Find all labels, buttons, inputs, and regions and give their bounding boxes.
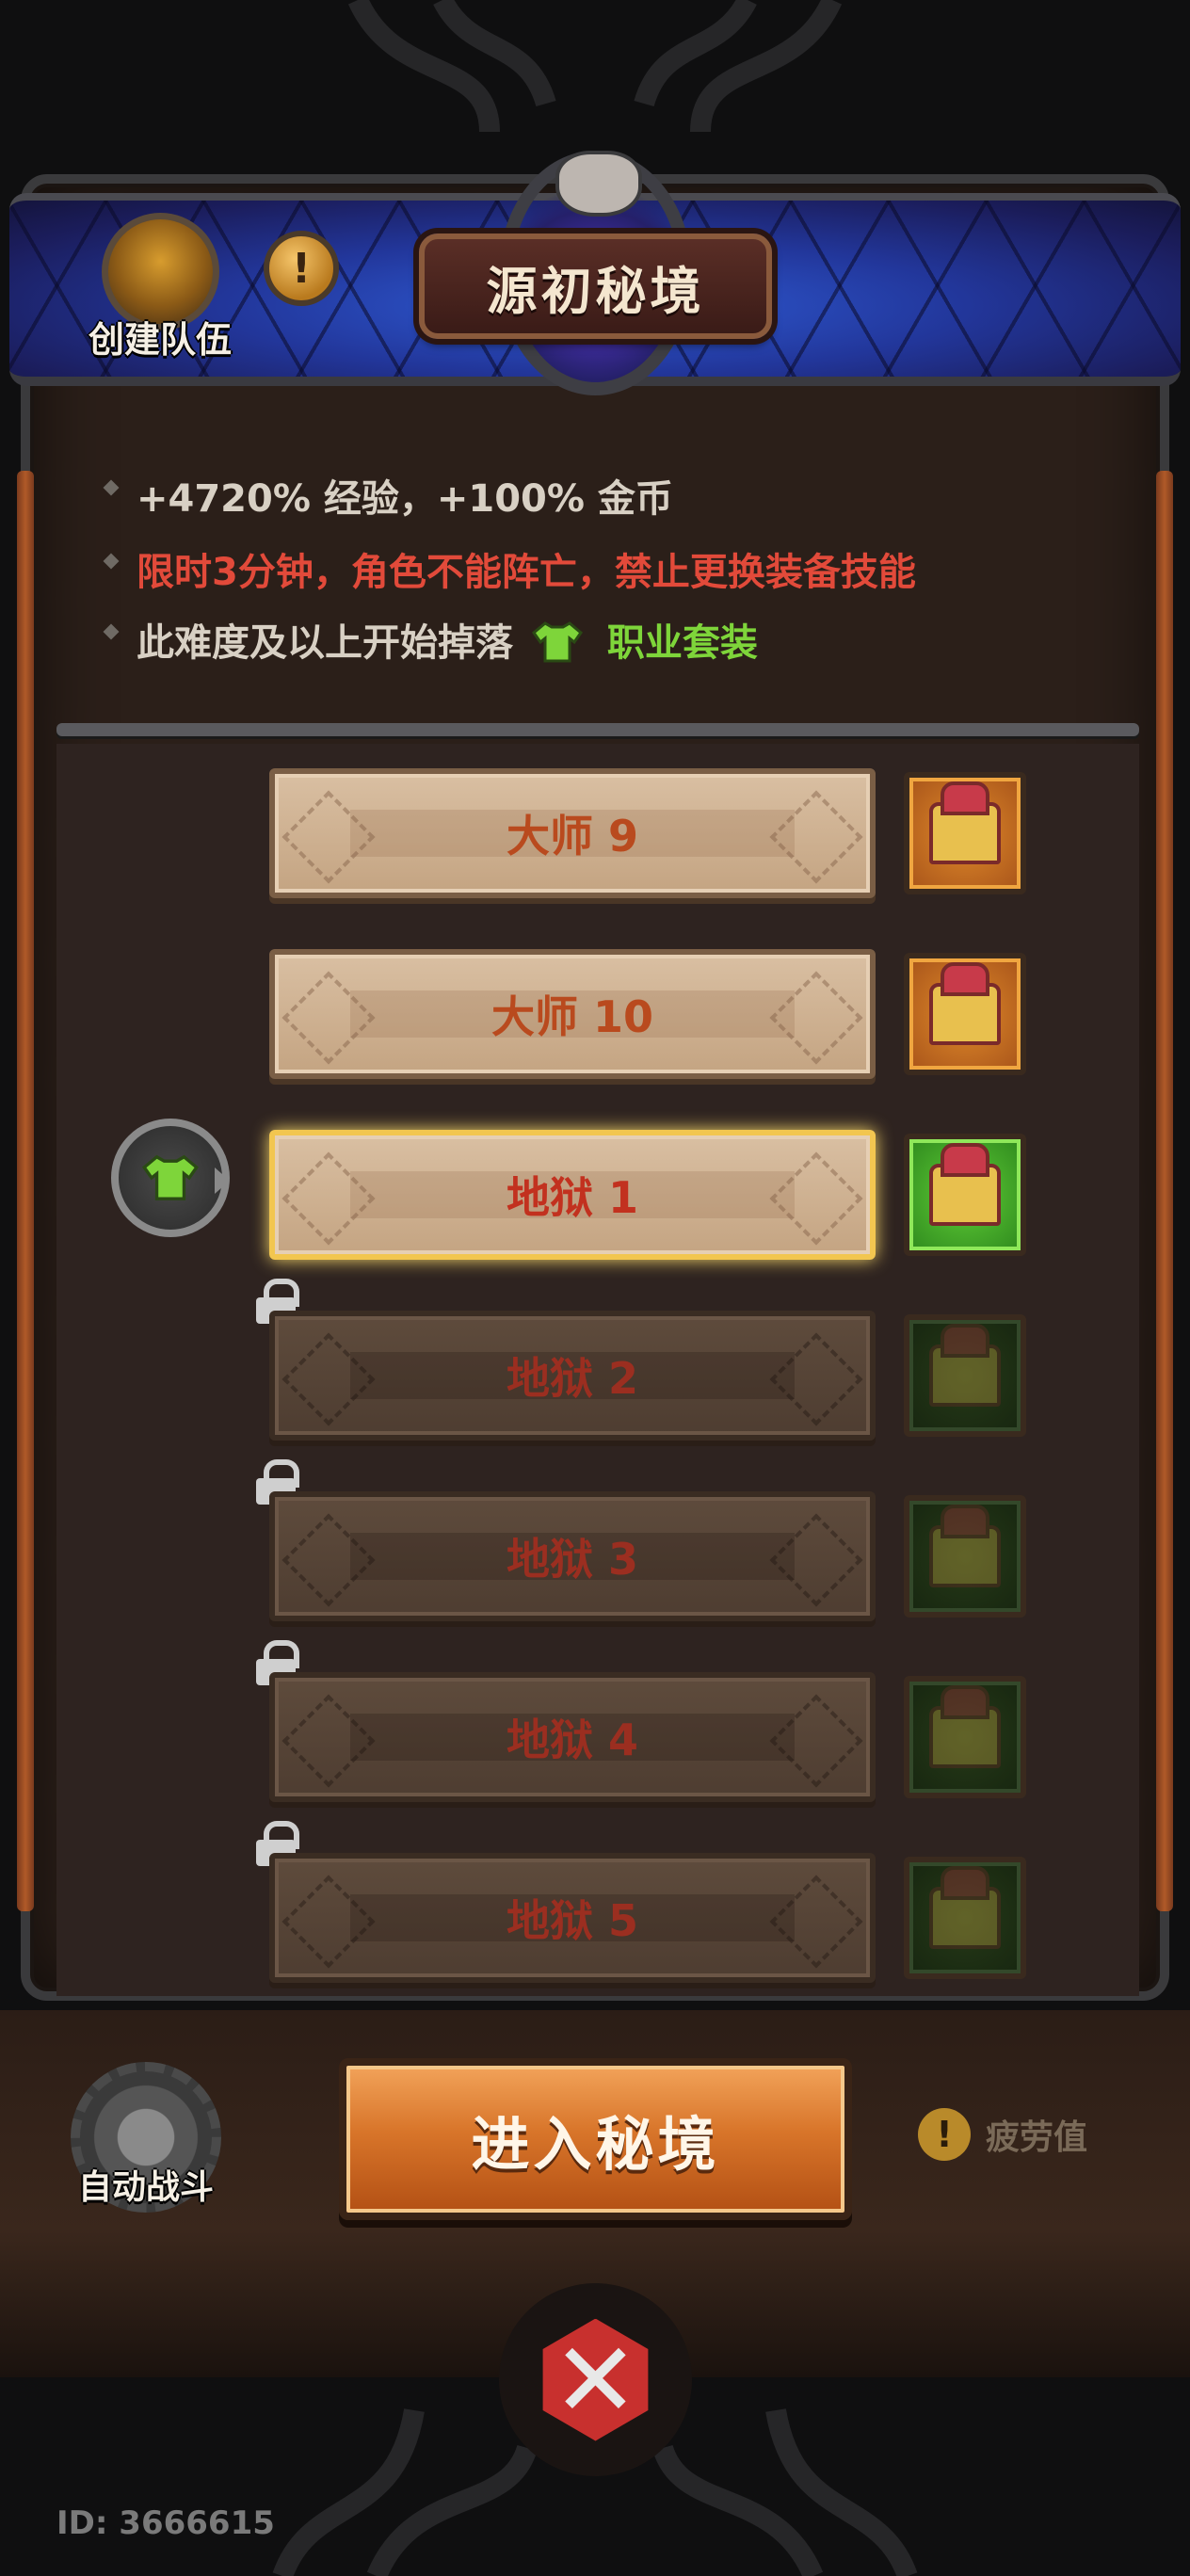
level-button-hell-4[interactable]: 地狱 4 [269,1672,876,1802]
level-button-hell-2[interactable]: 地狱 2 [269,1311,876,1441]
info-line-rules: 限时3分钟，角色不能阵亡，禁止更换装备技能 [137,541,916,596]
rules-text: 限时3分钟，角色不能阵亡，禁止更换装备技能 [137,551,916,594]
current-selection-marker [111,1119,230,1237]
title-plaque: 源初秘境 [419,233,772,339]
level-list[interactable]: 大师 9 大师 10 地狱 1 地狱 2 地狱 3 地狱 4 地狱 5 [56,744,1139,1996]
drops-text: 此难度及以上开始掉落 [137,621,513,665]
chest-icon [929,781,1001,864]
create-team-button[interactable]: 创建队伍 [80,209,240,369]
chest-icon [929,962,1001,1045]
level-row: 大师 10 [56,925,1139,1079]
shirt-icon [142,1154,199,1200]
shirt-icon [531,621,583,663]
level-label: 地狱 2 [506,1353,639,1404]
close-button[interactable]: ✕ [499,2283,692,2476]
skull-icon [555,151,642,217]
level-row: 地狱 4 [56,1640,1139,1802]
chest-icon [929,1866,1001,1949]
reward-chest[interactable] [904,1857,1026,1979]
reward-chest[interactable] [904,1314,1026,1437]
diamond-bullet-icon [101,621,121,642]
page-title: 源初秘境 [486,261,705,321]
level-label: 大师 9 [506,811,639,861]
info-line-rewards: +4720% 经验，+100% 金币 [137,468,673,523]
diamond-bullet-icon [101,477,121,498]
auto-battle-button[interactable]: 自动战斗 [61,2053,231,2222]
class-set-text: 职业套装 [606,621,758,665]
fatigue-indicator[interactable]: ! 疲劳值 [918,2106,1087,2163]
create-team-label: 创建队伍 [88,319,232,361]
fatigue-label: 疲劳值 [986,2118,1088,2157]
level-row: 地狱 1 [56,1105,1139,1260]
level-label: 地狱 1 [506,1172,639,1223]
right-rail [1156,471,1173,1911]
reward-info: +4720% 经验，+100% 金币 限时3分钟，角色不能阵亡，禁止更换装备技能… [56,419,1139,730]
info-line-drops: 此难度及以上开始掉落 职业套装 [137,612,758,668]
level-label: 地狱 4 [506,1715,639,1765]
reward-chest[interactable] [904,1134,1026,1256]
rewards-text: +4720% 经验，+100% 金币 [137,477,673,521]
level-button-master-9[interactable]: 大师 9 [269,768,876,898]
crossed-swords-icon: ✕ [542,2318,649,2441]
warning-icon: ! [918,2108,971,2161]
chest-icon [929,1143,1001,1226]
chest-icon [929,1324,1001,1407]
reward-chest[interactable] [904,1676,1026,1798]
level-button-hell-5[interactable]: 地狱 5 [269,1853,876,1983]
close-glyph: ✕ [552,2319,639,2440]
enter-dungeon-button[interactable]: 进入秘境 [339,2058,852,2220]
chest-icon [929,1505,1001,1587]
reward-chest[interactable] [904,772,1026,894]
chest-icon [929,1685,1001,1768]
level-button-hell-1[interactable]: 地狱 1 [269,1130,876,1260]
level-row: 地狱 2 [56,1279,1139,1441]
level-button-master-10[interactable]: 大师 10 [269,949,876,1079]
reward-chest[interactable] [904,1495,1026,1618]
left-rail [17,471,34,1911]
player-id: ID: 3666615 [56,2504,275,2542]
level-row: 大师 9 [56,744,1139,898]
auto-battle-label: 自动战斗 [77,2168,214,2207]
info-icon[interactable]: ! [264,231,339,306]
level-label: 大师 10 [490,991,654,1042]
diamond-bullet-icon [101,551,121,572]
enter-dungeon-label: 进入秘境 [471,2110,720,2179]
level-label: 地狱 3 [506,1534,639,1585]
divider [56,723,1139,736]
level-row: 地狱 5 [56,1821,1139,1983]
reward-chest[interactable] [904,953,1026,1075]
level-button-hell-3[interactable]: 地狱 3 [269,1491,876,1621]
level-row: 地狱 3 [56,1459,1139,1621]
level-label: 地狱 5 [506,1895,639,1946]
